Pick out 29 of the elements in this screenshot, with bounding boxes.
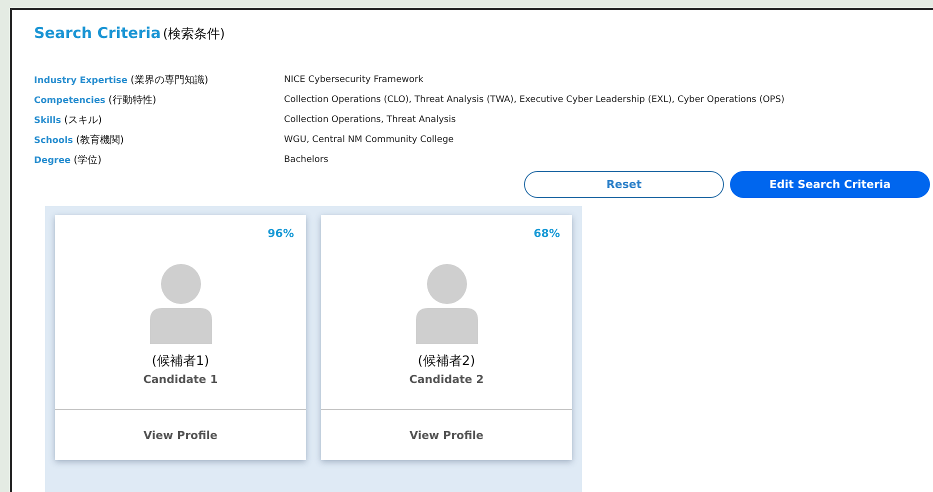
criteria-label-translation: (行動特性)	[108, 94, 156, 107]
criteria-label: Schools	[34, 136, 74, 146]
section-title-translation: (検索条件)	[162, 26, 225, 43]
match-percentage: 68%	[534, 227, 560, 240]
view-profile-button[interactable]: View Profile	[55, 410, 306, 460]
candidate-name: Candidate 2	[409, 373, 484, 386]
match-percentage: 96%	[268, 227, 294, 240]
avatar-silhouette-icon	[150, 264, 212, 344]
criteria-value: WGU, Central NM Community College	[284, 134, 455, 147]
criteria-label-translation: (学位)	[74, 154, 102, 167]
criteria-label: Competencies	[34, 96, 106, 106]
criteria-label: Industry Expertise	[34, 76, 128, 86]
avatar-silhouette-icon	[416, 264, 478, 344]
candidate-name: Candidate 1	[143, 373, 218, 386]
criteria-value: Bachelors	[284, 154, 330, 167]
edit-criteria-button[interactable]: Edit Search Criteria	[730, 171, 930, 198]
criteria-label-translation: (教育機関)	[76, 134, 124, 147]
criteria-label: Skills	[34, 116, 62, 126]
reset-button[interactable]: Reset	[524, 171, 724, 198]
section-title: Search Criteria	[34, 24, 161, 42]
criteria-value: Collection Operations, Threat Analysis	[284, 114, 457, 127]
criteria-value: Collection Operations (CLO), Threat Analysis (TWA), Executive Cyber Leadership (EXL), Cyber Operations (OPS)	[284, 94, 786, 107]
criteria-label-translation: (スキル)	[64, 114, 102, 127]
candidate-translation: (候補者2)	[418, 353, 476, 370]
criteria-label-translation: (業界の専門知識)	[130, 74, 208, 87]
criteria-label: Degree	[34, 156, 71, 166]
criteria-value: NICE Cybersecurity Framework	[284, 74, 424, 87]
candidate-translation: (候補者1)	[152, 353, 210, 370]
view-profile-button[interactable]: View Profile	[321, 410, 572, 460]
